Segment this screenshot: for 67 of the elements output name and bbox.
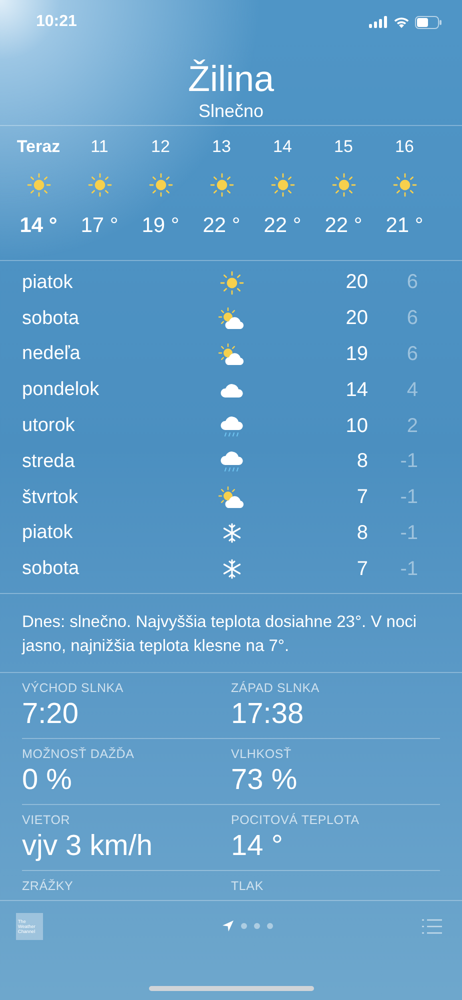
low-temperature: 6	[406, 271, 418, 294]
day-name: nedeľa	[22, 343, 82, 366]
detail-label: VÝCHOD SLNKA	[22, 681, 125, 696]
wifi-icon	[393, 16, 410, 28]
detail-label: POCITOVÁ TEPLOTA	[231, 813, 360, 828]
hour-label: Teraz	[16, 136, 60, 158]
day-name: utorok	[22, 415, 76, 438]
low-temperature: -1	[399, 558, 418, 581]
location-arrow-icon[interactable]	[222, 920, 234, 932]
detail-value: 7:20	[22, 697, 80, 732]
hour-temperature: 22 °	[264, 214, 302, 238]
hour-label: 16	[395, 136, 414, 158]
detail-label: VIETOR	[22, 813, 72, 828]
day-name: sobota	[22, 558, 80, 580]
city-name: Žilina	[188, 58, 274, 100]
signal-icon	[369, 16, 388, 28]
page-dot[interactable]	[241, 923, 247, 930]
day-name: pondelok	[22, 379, 100, 402]
detail-label: VLHKOSŤ	[231, 747, 292, 762]
detail-label: MOŽNOSŤ DAŽĎA	[22, 747, 136, 762]
high-temperature: 7	[356, 558, 368, 581]
day-name: streda	[22, 450, 76, 473]
low-temperature: 2	[406, 414, 418, 438]
detail-value: vjv 3 km/h	[22, 829, 154, 864]
low-temperature: -1	[399, 486, 418, 510]
battery-icon	[415, 16, 442, 28]
hour-label: 13	[212, 136, 231, 158]
hour-temperature: 22 °	[324, 214, 362, 238]
day-name: piatok	[22, 522, 74, 544]
high-temperature: 20	[344, 307, 368, 330]
day-name: štvrtok	[22, 486, 79, 509]
status-time: 10:21	[36, 13, 77, 31]
hour-label: 11	[90, 136, 108, 158]
high-temperature: 20	[344, 271, 368, 294]
detail-value: 14 °	[231, 829, 284, 864]
detail-value: 17:38	[231, 697, 305, 732]
detail-label: TLAK	[231, 879, 264, 894]
detail-label: ZRÁŽKY	[22, 879, 74, 894]
detail-value: 0 %	[22, 763, 73, 798]
high-temperature: 10	[344, 414, 368, 438]
hour-label: 15	[334, 136, 353, 158]
forecast-summary: Dnes: slnečno. Najvyššia teplota dosiahne 23°. V noci jasno, najnižšia teplota klesne na 7°.	[22, 613, 417, 656]
hour-temperature: 19 °	[142, 214, 180, 238]
detail-value: 73 %	[231, 763, 298, 798]
high-temperature: 8	[356, 522, 368, 545]
day-name: piatok	[22, 272, 74, 294]
hour-label: 12	[151, 136, 170, 158]
page-dot[interactable]	[267, 923, 273, 930]
hour-temperature: 14 °	[20, 214, 58, 238]
hour-temperature: 17 °	[80, 214, 118, 238]
low-temperature: 6	[406, 342, 418, 366]
high-temperature: 19	[344, 342, 368, 366]
list-icon[interactable]	[422, 918, 442, 934]
high-temperature: 14	[344, 378, 368, 402]
hour-temperature: 21 °	[386, 214, 424, 238]
hour-label: 14	[273, 136, 292, 158]
low-temperature: 6	[406, 307, 418, 330]
hour-temperature: 22 °	[202, 214, 240, 238]
page-dot[interactable]	[254, 923, 260, 930]
detail-label: ZÁPAD SLNKA	[231, 681, 321, 696]
day-name: sobota	[22, 308, 80, 330]
high-temperature: 8	[356, 450, 368, 474]
high-temperature: 7	[356, 486, 368, 510]
low-temperature: 4	[406, 378, 418, 402]
low-temperature: -1	[399, 522, 418, 545]
low-temperature: -1	[399, 450, 418, 474]
current-condition: Slnečno	[198, 100, 264, 122]
